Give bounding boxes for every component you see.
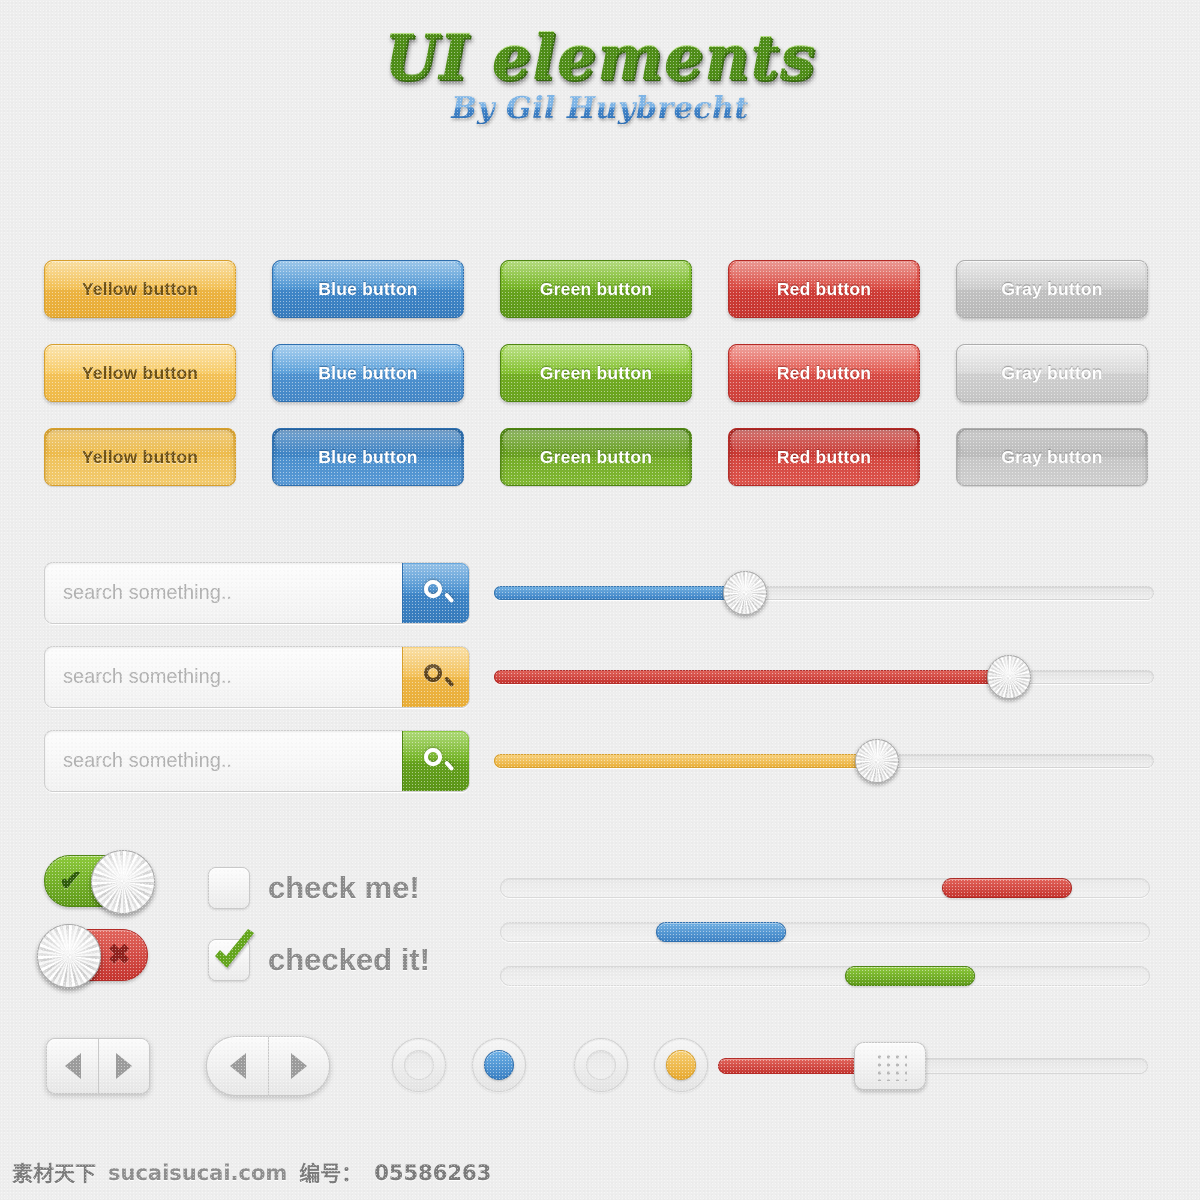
radio-unselected-2[interactable]	[574, 1038, 628, 1092]
slider-knob[interactable]	[854, 739, 899, 783]
green-button-hover[interactable]: Green button	[500, 344, 692, 402]
search-icon	[423, 580, 455, 606]
green-button-normal[interactable]: Green button	[500, 260, 692, 318]
prev-button-pill[interactable]	[206, 1036, 268, 1096]
search-input-yellow[interactable]	[45, 647, 402, 707]
checkbox-row-unchecked[interactable]: check me!	[208, 862, 430, 914]
search-field-green[interactable]	[44, 730, 470, 792]
search-input-blue[interactable]	[45, 563, 402, 623]
search-button-yellow[interactable]	[402, 647, 469, 707]
radio-unselected-1[interactable]	[392, 1038, 446, 1092]
grip-slider[interactable]	[718, 1042, 1148, 1090]
slider-yellow[interactable]	[494, 739, 1154, 832]
slider-knob[interactable]	[722, 571, 767, 615]
checkbox-row-checked[interactable]: checked it!	[208, 929, 430, 986]
search-field-yellow[interactable]	[44, 646, 470, 708]
toggle-switch-on[interactable]: ✔	[44, 850, 155, 914]
button-grid: Yellow button Blue button Green button R…	[44, 260, 1148, 512]
button-row-hover: Yellow button Blue button Green button R…	[44, 344, 1148, 402]
footer-brand: 素材天下	[12, 1162, 96, 1186]
next-button-pill[interactable]	[268, 1036, 330, 1096]
slider-knob[interactable]	[986, 655, 1031, 699]
slider-fill	[494, 586, 745, 600]
footer-site: sucaisucai.com	[108, 1161, 288, 1185]
radio-dot	[666, 1050, 696, 1080]
toggle-knob[interactable]	[37, 924, 101, 988]
next-button-rect[interactable]	[98, 1038, 150, 1094]
arrow-right-icon	[116, 1053, 132, 1079]
slider-group	[494, 571, 1154, 832]
green-button-pressed[interactable]: Green button	[500, 428, 692, 486]
checkbox-unchecked[interactable]	[208, 867, 250, 909]
radio-selected-blue[interactable]	[472, 1038, 526, 1092]
blue-button-normal[interactable]: Blue button	[272, 260, 464, 318]
arrow-right-icon	[291, 1053, 307, 1079]
search-icon	[423, 664, 455, 690]
footer-watermark: 素材天下 sucaisucai.com 编号： 05586263	[12, 1158, 491, 1188]
progress-thumb[interactable]	[844, 966, 975, 986]
progress-track[interactable]	[500, 966, 1150, 986]
search-field-blue[interactable]	[44, 562, 470, 624]
progress-thumb[interactable]	[656, 922, 786, 942]
toggle-knob[interactable]	[91, 850, 155, 914]
progress-track[interactable]	[500, 922, 1150, 942]
gray-button-hover[interactable]: Gray button	[956, 344, 1148, 402]
nav-buttons-pill	[206, 1036, 330, 1096]
radio-button-group	[392, 1038, 708, 1092]
toggle-group: ✔ ✖	[37, 850, 155, 1003]
blue-button-hover[interactable]: Blue button	[272, 344, 464, 402]
arrow-left-icon	[229, 1053, 246, 1079]
search-icon	[423, 748, 455, 774]
search-button-blue[interactable]	[402, 563, 469, 623]
radio-dot	[586, 1050, 616, 1080]
progress-bar-blue[interactable]	[500, 922, 1150, 966]
search-field-group	[44, 562, 470, 814]
ui-kit-sheet: UI elements By Gil Huybrecht Yellow butt…	[0, 0, 1200, 1200]
footer-id-value: 05586263	[374, 1161, 492, 1185]
yellow-button-normal[interactable]: Yellow button	[44, 260, 236, 318]
check-icon: ✔	[59, 865, 83, 896]
progress-bar-red[interactable]	[500, 878, 1150, 922]
slider-red[interactable]	[494, 655, 1154, 748]
checkmark-icon	[207, 926, 259, 978]
page-header: UI elements By Gil Huybrecht	[0, 26, 1200, 124]
grip-dots-icon	[873, 1051, 907, 1081]
slider-fill	[494, 754, 877, 768]
checkbox-group: check me! checked it!	[208, 862, 430, 1006]
red-button-pressed[interactable]: Red button	[728, 428, 920, 486]
red-button-hover[interactable]: Red button	[728, 344, 920, 402]
red-button-normal[interactable]: Red button	[728, 260, 920, 318]
cross-icon: ✖	[107, 939, 131, 970]
radio-selected-yellow[interactable]	[654, 1038, 708, 1092]
progress-thumb[interactable]	[942, 878, 1072, 898]
checkbox-checked[interactable]	[208, 929, 254, 981]
search-button-green[interactable]	[402, 731, 469, 791]
button-row-normal: Yellow button Blue button Green button R…	[44, 260, 1148, 318]
progress-bar-group	[500, 878, 1150, 1010]
checkbox-label: check me!	[268, 870, 420, 905]
gray-button-pressed[interactable]: Gray button	[956, 428, 1148, 486]
checkbox-label: checked it!	[268, 942, 430, 977]
search-input-green[interactable]	[45, 731, 402, 791]
nav-buttons-rect	[46, 1038, 150, 1094]
toggle-switch-off[interactable]: ✖	[37, 924, 148, 988]
footer-id-label: 编号：	[299, 1162, 363, 1186]
slider-fill	[494, 670, 1009, 684]
page-title: UI elements	[0, 26, 1200, 88]
yellow-button-hover[interactable]: Yellow button	[44, 344, 236, 402]
grip-slider-handle[interactable]	[854, 1042, 926, 1090]
gray-button-normal[interactable]: Gray button	[956, 260, 1148, 318]
page-subtitle: By Gil Huybrecht	[0, 94, 1200, 124]
button-row-pressed: Yellow button Blue button Green button R…	[44, 428, 1148, 486]
progress-bar-green[interactable]	[500, 966, 1150, 1010]
yellow-button-pressed[interactable]: Yellow button	[44, 428, 236, 486]
radio-dot	[484, 1050, 514, 1080]
blue-button-pressed[interactable]: Blue button	[272, 428, 464, 486]
arrow-left-icon	[64, 1053, 81, 1079]
slider-blue[interactable]	[494, 571, 1154, 664]
prev-button-rect[interactable]	[46, 1038, 98, 1094]
radio-dot	[404, 1050, 434, 1080]
